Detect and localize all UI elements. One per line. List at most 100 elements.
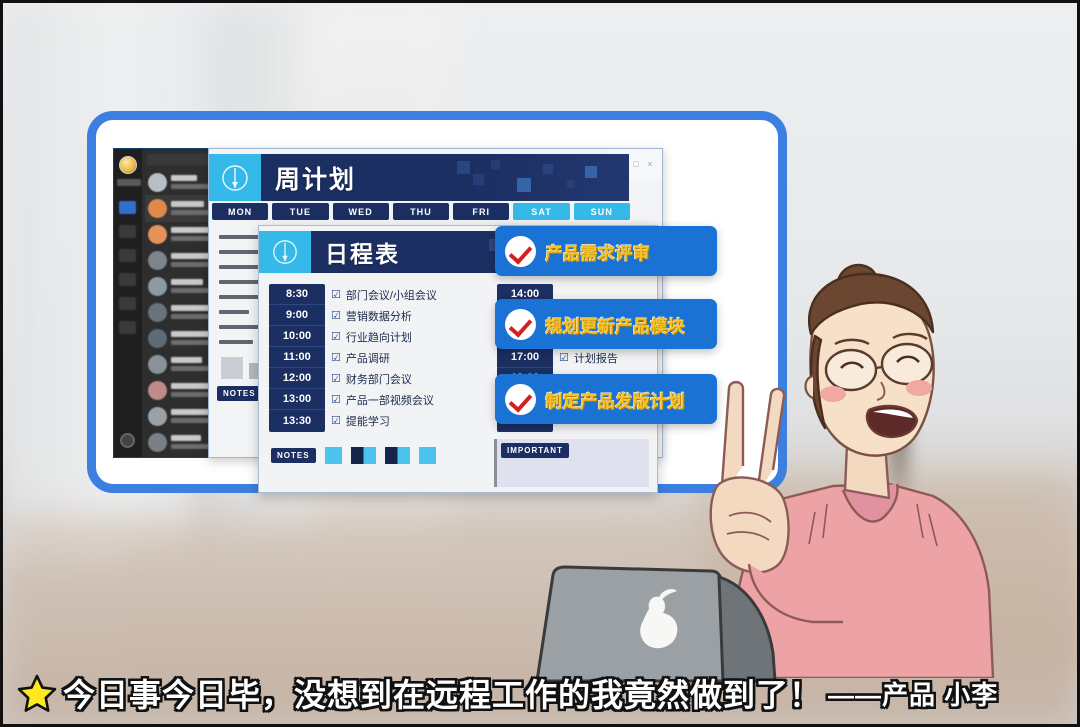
task-column-morning[interactable]: ☑ 部门会议/小组会议 ☑ 营销数据分析 ☑ 行业趋向计划 ☑ 产品调研 ☑ 财务部门会议… xyxy=(331,284,497,431)
pencil-circle-icon xyxy=(209,154,261,201)
gear-icon[interactable] xyxy=(120,433,135,448)
task-row[interactable]: ☑ 产品一部视频会议 xyxy=(331,389,497,410)
task-row[interactable]: ☑ 产品调研 xyxy=(331,347,497,368)
checkbox-icon[interactable]: ☑ xyxy=(331,372,341,385)
task-row[interactable]: ☑ 行业趋向计划 xyxy=(331,326,497,347)
checkbox-icon[interactable]: ☑ xyxy=(331,393,341,406)
time-cell: 17:00 xyxy=(497,347,553,368)
important-label: IMPORTANT xyxy=(501,443,569,458)
rail-username xyxy=(117,179,141,186)
red-check-icon xyxy=(505,308,536,340)
schedule-title: 日程表 xyxy=(325,241,400,267)
avatar xyxy=(148,355,167,374)
page-title: 周计划 xyxy=(275,165,357,194)
task-row[interactable]: ☑ 提能学习 xyxy=(331,410,497,431)
color-swatch xyxy=(384,446,410,464)
contact-name xyxy=(171,279,203,285)
rail-item-apps[interactable] xyxy=(119,273,136,286)
time-column-morning: 8:30 9:00 10:00 11:00 12:00 13:00 13:30 xyxy=(269,284,325,432)
task-label: 产品调研 xyxy=(345,352,390,365)
checkbox-icon[interactable]: ☑ xyxy=(331,288,341,301)
color-swatch xyxy=(324,446,342,464)
time-cell: 8:30 xyxy=(269,284,325,305)
time-cell: 11:00 xyxy=(269,347,325,368)
checkbox-icon[interactable]: ☑ xyxy=(331,309,341,322)
task-label: 行业趋向计划 xyxy=(345,331,412,344)
checkbox-icon[interactable]: ☑ xyxy=(331,414,341,427)
avatar xyxy=(148,277,167,296)
contact-name xyxy=(171,305,210,311)
contact-name xyxy=(171,201,204,207)
pencil-circle-icon xyxy=(259,231,311,273)
day-tab-sat[interactable]: SAT xyxy=(513,203,570,220)
task-row[interactable]: ☑ 部门会议/小组会议 xyxy=(331,284,497,305)
avatar xyxy=(148,173,167,192)
color-swatch xyxy=(350,446,376,464)
rail-item-contacts[interactable] xyxy=(119,225,136,238)
red-check-icon xyxy=(505,383,536,415)
avatar xyxy=(148,225,167,244)
weekday-tabs[interactable]: MON TUE WED THU FRI SAT SUN xyxy=(212,203,630,223)
message-preview xyxy=(171,184,209,189)
avatar[interactable] xyxy=(119,156,137,174)
document-line xyxy=(219,235,263,239)
document-block xyxy=(221,357,243,379)
avatar xyxy=(148,433,167,452)
checkbox-icon[interactable]: ☑ xyxy=(331,351,341,364)
caption-bar: 今日事今日毕，没想到在远程工作的我竟然做到了！ ——产品 小李 xyxy=(3,662,1077,724)
task-row[interactable]: ☑ 计划报告 xyxy=(559,347,654,368)
time-cell: 13:00 xyxy=(269,389,325,410)
task-label: 部门会议/小组会议 xyxy=(345,289,437,302)
time-cell: 10:00 xyxy=(269,326,325,347)
caption-signature: ——产品 小李 xyxy=(828,679,999,710)
checkbox-icon[interactable]: ☑ xyxy=(559,351,569,364)
avatar xyxy=(148,381,167,400)
caption-text: 今日事今日毕，没想到在远程工作的我竟然做到了！ xyxy=(63,677,823,713)
contact-name xyxy=(171,227,211,233)
time-cell: 9:00 xyxy=(269,305,325,326)
task-row[interactable]: ☑ 财务部门会议 xyxy=(331,368,497,389)
callout-banner-2[interactable]: 规划更新产品模块 xyxy=(495,299,717,349)
close-button[interactable]: × xyxy=(646,160,654,169)
avatar xyxy=(148,303,167,322)
task-label: 计划报告 xyxy=(573,352,618,365)
rail-item-calendar[interactable] xyxy=(119,297,136,310)
day-tab-mon[interactable]: MON xyxy=(212,203,269,220)
star-icon xyxy=(17,674,57,712)
screenshot-stage: – □ × 周计划 MON xyxy=(0,0,1080,727)
callout-banner-1[interactable]: 产品需求评审 xyxy=(495,226,717,276)
contact-name xyxy=(171,357,202,363)
contact-name xyxy=(171,175,197,181)
task-label: 提能学习 xyxy=(345,415,390,428)
important-box[interactable]: IMPORTANT xyxy=(494,439,649,487)
chat-nav-rail[interactable] xyxy=(114,149,142,457)
day-tab-fri[interactable]: FRI xyxy=(453,203,510,220)
maximize-button[interactable]: □ xyxy=(632,160,640,169)
notes-label: NOTES xyxy=(271,447,316,463)
task-label: 财务部门会议 xyxy=(345,373,412,386)
task-label: 产品一部视频会议 xyxy=(345,394,434,407)
red-check-icon xyxy=(505,235,536,267)
day-tab-sun[interactable]: SUN xyxy=(573,203,630,220)
rail-item-chat[interactable] xyxy=(119,201,136,214)
rail-item-files[interactable] xyxy=(119,249,136,262)
task-row[interactable]: ☑ 营销数据分析 xyxy=(331,305,497,326)
banner-label: 产品需求评审 xyxy=(545,243,650,263)
document-line xyxy=(219,310,249,314)
task-label: 营销数据分析 xyxy=(345,310,412,323)
avatar xyxy=(148,407,167,426)
day-tab-tue[interactable]: TUE xyxy=(272,203,329,220)
callout-banner-3[interactable]: 制定产品发版计划 xyxy=(495,374,717,424)
time-cell: 13:30 xyxy=(282,414,312,427)
document-line xyxy=(219,340,253,344)
checkbox-icon[interactable]: ☑ xyxy=(331,330,341,343)
notes-swatch-row: NOTES xyxy=(271,444,511,466)
day-tab-thu[interactable]: THU xyxy=(392,203,450,220)
schedule-column-morning: 8:30 9:00 10:00 11:00 12:00 13:00 13:30 … xyxy=(269,284,497,432)
contact-name xyxy=(171,435,201,441)
rail-item-more[interactable] xyxy=(119,321,136,334)
document-line xyxy=(219,265,259,269)
header-decoration xyxy=(447,158,617,198)
day-tab-wed[interactable]: WED xyxy=(332,203,389,220)
avatar xyxy=(148,251,167,270)
